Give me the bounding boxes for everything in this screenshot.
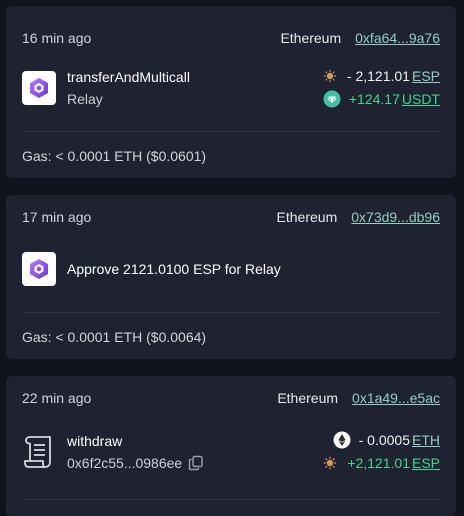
- token-symbol-link[interactable]: ESP: [412, 455, 440, 471]
- transaction-card[interactable]: 16 min ago Ethereum 0xfa64...9a76 transf…: [6, 6, 456, 178]
- network-label: Ethereum: [276, 209, 338, 225]
- token-symbol-link[interactable]: USDT: [402, 91, 440, 107]
- amount-row: - 2,121.01 ESP: [321, 67, 440, 85]
- divider: [22, 131, 440, 132]
- transaction-card[interactable]: 17 min ago Ethereum 0x73d9...db96 Approv…: [6, 195, 456, 359]
- tx-time: 16 min ago: [22, 30, 92, 46]
- divider: [22, 499, 440, 500]
- tx-method: transferAndMulticall: [67, 68, 190, 85]
- amount-row: - 0.0005 ETH: [333, 431, 440, 449]
- token-symbol-link[interactable]: ETH: [412, 432, 440, 448]
- tx-main-row: transferAndMulticall Relay - 2,121.01 ES…: [22, 67, 440, 108]
- amount-row: +2,121.01 ESP: [321, 454, 440, 472]
- amount-value: +2,121.01: [347, 455, 410, 471]
- divider: [22, 312, 440, 313]
- gas-fee: Gas: < 0.0001 ETH ($0.0064): [22, 329, 207, 345]
- card-header: 17 min ago Ethereum 0x73d9...db96: [22, 207, 440, 227]
- tx-chain: Ethereum 0x1a49...e5ac: [277, 390, 440, 406]
- eth-token-icon: [333, 431, 351, 449]
- esp-token-icon: [321, 454, 339, 472]
- network-label: Ethereum: [280, 30, 342, 46]
- amount-row: +124.17 USDT: [323, 90, 440, 108]
- copy-icon[interactable]: [188, 455, 204, 471]
- tx-main-row: withdraw 0x6f2c55...0986ee - 0.0005 ETH …: [22, 431, 440, 472]
- card-header: 22 min ago Ethereum 0x1a49...e5ac: [22, 388, 440, 408]
- tx-app-name: Relay: [67, 90, 103, 107]
- tx-hash-link[interactable]: 0xfa64...9a76: [355, 30, 440, 46]
- tx-description: Approve 2121.0100 ESP for Relay: [67, 261, 281, 277]
- relay-app-icon: [22, 252, 56, 286]
- amount-value: +124.17: [348, 91, 400, 107]
- contract-scroll-icon: [22, 434, 56, 470]
- tx-chain: Ethereum 0x73d9...db96: [277, 209, 440, 225]
- esp-token-icon: [321, 67, 339, 85]
- gas-fee: Gas: < 0.0001 ETH ($0.0601): [22, 148, 207, 164]
- tx-time: 22 min ago: [22, 390, 92, 406]
- tx-amounts: - 0.0005 ETH +2,121.01 ESP: [321, 431, 440, 472]
- usdt-token-icon: [323, 90, 341, 108]
- token-symbol-link[interactable]: ESP: [412, 68, 440, 84]
- transaction-card[interactable]: 22 min ago Ethereum 0x1a49...e5ac withdr…: [6, 376, 456, 516]
- tx-amounts: - 2,121.01 ESP +124.17 USDT: [321, 67, 440, 108]
- tx-time: 17 min ago: [22, 209, 92, 225]
- card-header: 16 min ago Ethereum 0xfa64...9a76: [22, 28, 440, 48]
- tx-method: withdraw: [67, 432, 123, 449]
- address-row: 0x6f2c55...0986ee: [67, 455, 204, 471]
- tx-main-row: Approve 2121.0100 ESP for Relay: [22, 252, 440, 286]
- tx-info: withdraw 0x6f2c55...0986ee: [67, 433, 204, 471]
- amount-value: - 2,121.01: [346, 68, 410, 84]
- amount-value: - 0.0005: [358, 432, 410, 448]
- relay-app-icon: [22, 70, 56, 105]
- network-label: Ethereum: [277, 390, 339, 406]
- tx-hash-link[interactable]: 0x1a49...e5ac: [352, 390, 440, 406]
- tx-info: transferAndMulticall Relay: [67, 69, 190, 107]
- tx-hash-link[interactable]: 0x73d9...db96: [351, 209, 440, 225]
- contract-address: 0x6f2c55...0986ee: [67, 454, 183, 471]
- tx-chain: Ethereum 0xfa64...9a76: [280, 30, 440, 46]
